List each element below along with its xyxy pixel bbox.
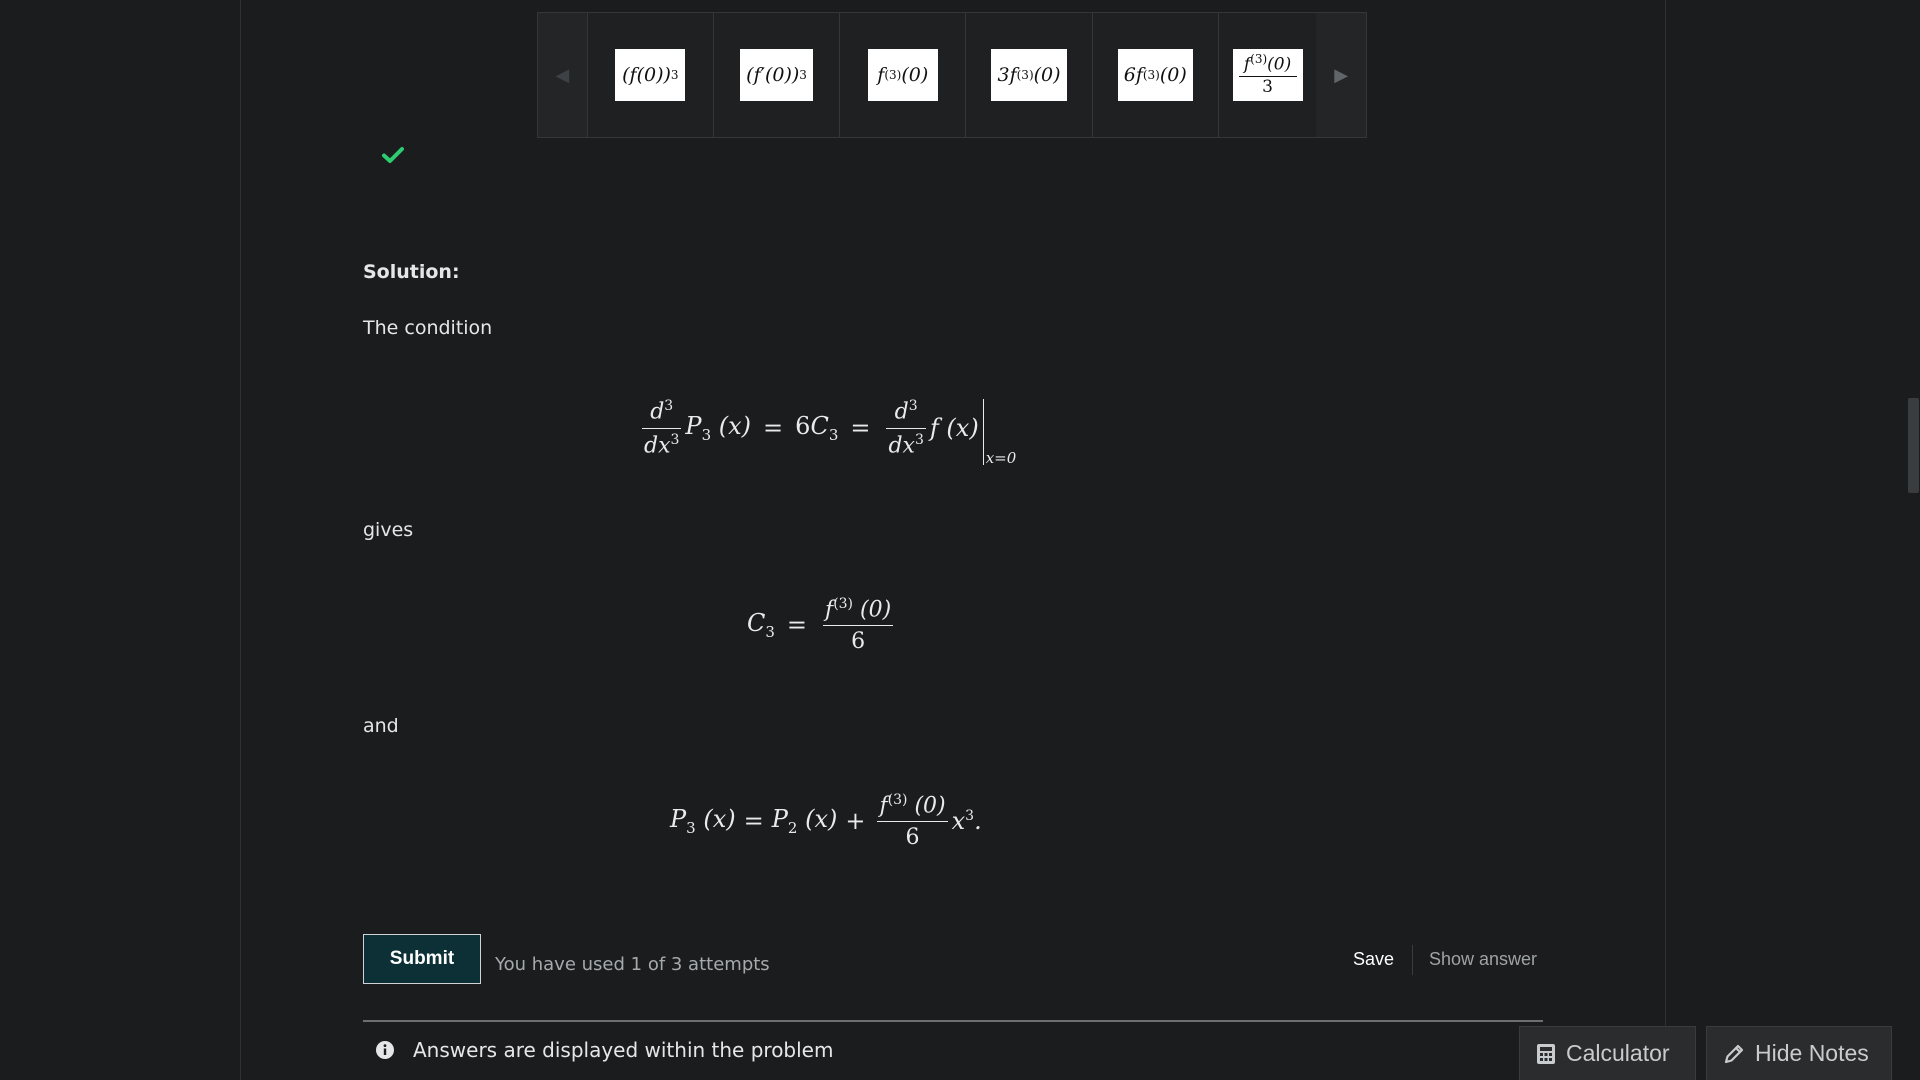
calculator-icon	[1537, 1043, 1555, 1064]
calculator-label: Calculator	[1566, 1040, 1670, 1066]
hide-notes-label: Hide Notes	[1755, 1040, 1869, 1066]
solution-gives-text: gives	[363, 519, 414, 541]
hide-notes-button[interactable]: Hide Notes	[1706, 1026, 1892, 1080]
option-card-6[interactable]: f(3)(0) 3	[1232, 49, 1303, 101]
carousel-option[interactable]: f (3) (0)	[840, 13, 967, 137]
content-column	[240, 0, 1666, 1080]
carousel-next-button[interactable]: ▶	[1316, 13, 1366, 137]
save-button[interactable]: Save	[1353, 949, 1394, 970]
equation-condition: d3 dx3 P3 (x) = 6C3 = d3 dx3 f (x) x=0	[642, 398, 1017, 467]
show-answer-button[interactable]: Show answer	[1429, 949, 1537, 970]
notice-divider	[363, 1020, 1543, 1022]
solution-and-text: and	[363, 715, 399, 737]
info-icon	[376, 1041, 394, 1059]
scrollbar-track[interactable]	[1906, 0, 1920, 1080]
carousel-prev-button[interactable]: ◀	[538, 13, 588, 137]
answer-options-carousel: ◀ (f (0)) 3 (f′ (0)) 3 f (3) (0) 3 f (3) (0) 6 f (3…	[537, 12, 1367, 138]
option-card-5[interactable]: 6 f (3) (0)	[1117, 49, 1193, 101]
triangle-left-icon: ◀	[555, 64, 570, 86]
pencil-icon	[1724, 1044, 1744, 1063]
checkmark-icon	[382, 147, 404, 163]
option-card-2[interactable]: (f′ (0)) 3	[740, 49, 813, 101]
solution-intro-text: The condition	[363, 317, 493, 339]
option-card-1[interactable]: (f (0)) 3	[615, 49, 686, 101]
triangle-right-icon: ▶	[1334, 64, 1349, 86]
answers-notice: Answers are displayed within the problem	[363, 1038, 833, 1062]
attempts-text: You have used 1 of 3 attempts	[495, 954, 770, 975]
equation-p3: P3 (x) = P2 (x) + f(3) (0) 6 x3.	[670, 792, 982, 851]
submit-button[interactable]: Submit	[363, 934, 481, 984]
carousel-option[interactable]: (f′ (0)) 3	[713, 13, 841, 137]
option-card-4[interactable]: 3 f (3) (0)	[991, 49, 1067, 101]
scrollbar-thumb[interactable]	[1908, 398, 1919, 493]
carousel-option[interactable]: (f (0)) 3	[587, 13, 714, 137]
notice-text: Answers are displayed within the problem	[413, 1038, 834, 1062]
action-separator	[1412, 945, 1413, 975]
option-card-3[interactable]: f (3) (0)	[867, 49, 938, 101]
equation-c3: C3 = f(3) (0) 6	[747, 596, 894, 655]
carousel-option[interactable]: f(3)(0) 3	[1218, 13, 1317, 137]
calculator-button[interactable]: Calculator	[1519, 1026, 1696, 1080]
carousel-option[interactable]: 6 f (3) (0)	[1092, 13, 1219, 137]
solution-heading: Solution:	[363, 261, 460, 283]
carousel-option[interactable]: 3 f (3) (0)	[966, 13, 1093, 137]
